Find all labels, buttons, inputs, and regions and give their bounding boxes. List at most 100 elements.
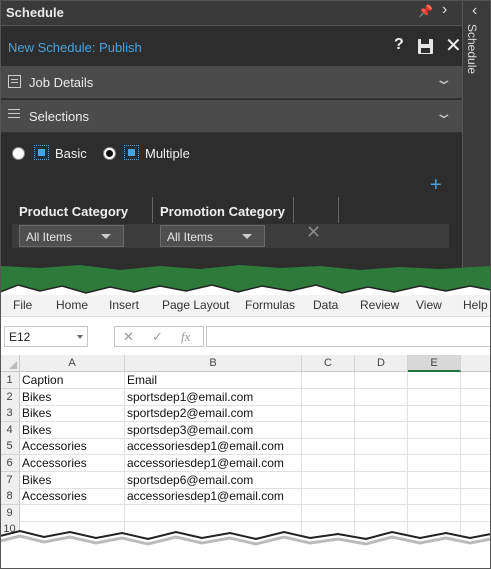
row-header[interactable]: 1 — [0, 372, 20, 389]
table-cell[interactable] — [461, 438, 491, 456]
row-header[interactable]: 8 — [0, 488, 20, 506]
table-cell[interactable] — [355, 438, 408, 456]
product-category-dropdown[interactable]: All Items — [19, 225, 124, 247]
formula-input[interactable] — [206, 326, 491, 347]
add-icon[interactable]: + — [430, 174, 442, 197]
tab-data[interactable]: Data — [313, 298, 338, 312]
promotion-category-dropdown[interactable]: All Items — [160, 225, 265, 247]
table-cell[interactable] — [461, 421, 491, 439]
tab-view[interactable]: View — [416, 298, 442, 312]
table-cell[interactable] — [408, 388, 461, 406]
table-cell[interactable]: Accessories — [20, 438, 125, 456]
row-header[interactable]: 9 — [0, 504, 20, 522]
column-header-a[interactable]: A — [20, 355, 125, 372]
row-header[interactable]: 2 — [0, 388, 20, 406]
column-header-e[interactable]: E — [408, 355, 461, 372]
chevron-down-icon[interactable]: ⌄ — [434, 71, 453, 88]
table-cell[interactable] — [302, 421, 355, 439]
table-cell[interactable]: sportsdep3@email.com — [125, 421, 302, 439]
table-cell[interactable]: Bikes — [20, 405, 125, 423]
table-cell[interactable]: accessoriesdep1@email.com — [125, 438, 302, 456]
row-header[interactable]: 4 — [0, 421, 20, 439]
table-cell[interactable] — [408, 504, 461, 522]
table-cell[interactable] — [408, 471, 461, 489]
remove-row-icon[interactable]: ✕ — [306, 222, 321, 243]
tab-page-layout[interactable]: Page Layout — [162, 298, 229, 312]
table-cell[interactable] — [461, 488, 491, 506]
tab-file[interactable]: File — [13, 298, 32, 312]
column-header-c[interactable]: C — [302, 355, 355, 372]
table-cell[interactable] — [461, 388, 491, 406]
chevron-down-icon[interactable] — [77, 335, 83, 339]
table-cell[interactable] — [302, 388, 355, 406]
table-cell[interactable] — [355, 372, 408, 389]
name-box[interactable]: E12 — [4, 326, 88, 347]
table-cell[interactable]: Email — [125, 372, 302, 389]
table-cell[interactable] — [461, 504, 491, 522]
section-job-details[interactable]: Job Details ⌄ — [0, 66, 462, 99]
tab-help[interactable]: Help — [463, 298, 488, 312]
tab-review[interactable]: Review — [360, 298, 399, 312]
table-cell[interactable] — [125, 504, 302, 522]
tab-insert[interactable]: Insert — [109, 298, 139, 312]
table-cell[interactable] — [355, 488, 408, 506]
chevron-right-icon[interactable]: › — [442, 1, 447, 19]
chevron-down-icon[interactable]: ⌄ — [434, 105, 453, 122]
table-cell[interactable]: Accessories — [20, 455, 125, 472]
table-cell[interactable]: sportsdep6@email.com — [125, 471, 302, 489]
row-header[interactable]: 5 — [0, 438, 20, 456]
table-cell[interactable] — [355, 405, 408, 423]
confirm-icon[interactable]: ✓ — [152, 329, 163, 345]
section-selections[interactable]: Selections ⌄ — [0, 100, 462, 133]
table-cell[interactable] — [302, 455, 355, 472]
row-header[interactable]: 7 — [0, 471, 20, 489]
row-header[interactable]: 3 — [0, 405, 20, 423]
table-cell[interactable] — [355, 504, 408, 522]
insert-function-icon[interactable]: fx — [181, 329, 190, 345]
pin-icon[interactable]: 📌 — [418, 4, 433, 18]
radio-multiple[interactable] — [103, 147, 116, 160]
table-cell[interactable] — [408, 488, 461, 506]
close-icon[interactable]: ✕ — [445, 33, 462, 58]
help-icon[interactable]: ? — [394, 36, 404, 54]
table-cell[interactable]: accessoriesdep1@email.com — [125, 488, 302, 506]
table-cell[interactable]: Bikes — [20, 471, 125, 489]
table-cell[interactable] — [302, 438, 355, 456]
cancel-icon[interactable]: ✕ — [123, 329, 134, 345]
table-cell[interactable] — [302, 471, 355, 489]
table-cell[interactable]: Bikes — [20, 421, 125, 439]
table-cell[interactable] — [408, 438, 461, 456]
table-cell[interactable] — [355, 455, 408, 472]
column-header-d[interactable]: D — [355, 355, 408, 372]
table-cell[interactable] — [461, 372, 491, 389]
table-cell[interactable] — [355, 388, 408, 406]
table-cell[interactable] — [461, 471, 491, 489]
table-cell[interactable]: Accessories — [20, 488, 125, 506]
column-header-b[interactable]: B — [125, 355, 302, 372]
save-icon[interactable] — [418, 39, 433, 54]
table-cell[interactable]: accessoriesdep1@email.com — [125, 455, 302, 472]
row-header[interactable]: 6 — [0, 455, 20, 472]
tab-home[interactable]: Home — [56, 298, 88, 312]
table-cell[interactable] — [408, 405, 461, 423]
select-all-corner[interactable] — [0, 355, 20, 372]
table-cell[interactable]: Caption — [20, 372, 125, 389]
table-cell[interactable] — [408, 455, 461, 472]
table-cell[interactable] — [302, 405, 355, 423]
schedule-side-tab[interactable]: ‹ Schedule — [462, 0, 491, 300]
table-cell[interactable] — [20, 504, 125, 522]
tab-formulas[interactable]: Formulas — [245, 298, 295, 312]
table-cell[interactable] — [302, 488, 355, 506]
chevron-left-icon[interactable]: ‹ — [472, 2, 477, 20]
table-cell[interactable] — [302, 504, 355, 522]
table-cell[interactable]: sportsdep2@email.com — [125, 405, 302, 423]
table-cell[interactable] — [355, 421, 408, 439]
table-cell[interactable] — [408, 421, 461, 439]
table-cell[interactable] — [461, 405, 491, 423]
table-cell[interactable] — [461, 455, 491, 472]
table-cell[interactable] — [408, 372, 461, 389]
table-cell[interactable]: Bikes — [20, 388, 125, 406]
radio-basic[interactable] — [12, 147, 25, 160]
table-cell[interactable] — [302, 372, 355, 389]
table-cell[interactable]: sportsdep1@email.com — [125, 388, 302, 406]
